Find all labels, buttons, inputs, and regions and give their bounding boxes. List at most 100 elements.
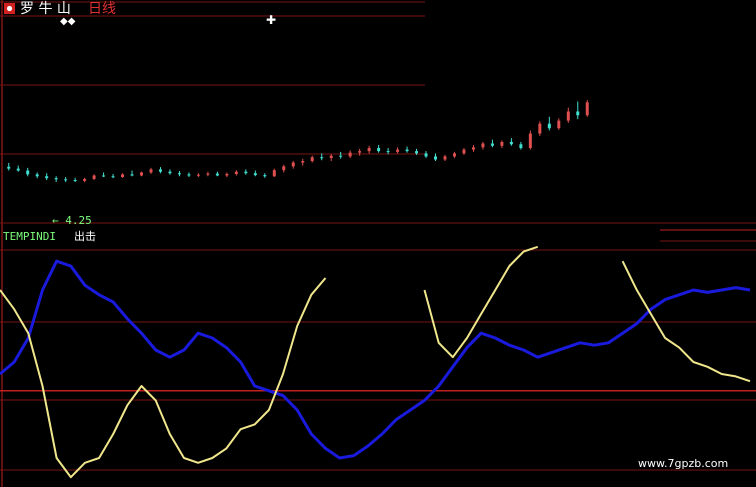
candle-body: [45, 176, 49, 179]
indicator-suffix: 出击: [74, 229, 96, 243]
candle-body: [206, 173, 210, 175]
candle-body: [386, 151, 390, 153]
diamond-marker-icon: ◆◆: [60, 16, 76, 27]
plus-marker-icon: ✚: [266, 13, 276, 27]
candle-body: [434, 156, 438, 160]
indicator-name: TEMPINDI: [3, 230, 56, 243]
candle: [481, 141, 485, 150]
candle: [310, 155, 314, 163]
candle-body: [547, 123, 551, 129]
candle: [405, 146, 409, 153]
candle-body: [244, 171, 248, 174]
candle: [253, 170, 257, 177]
candle-body: [348, 152, 352, 157]
candle: [102, 172, 106, 178]
candle-body: [168, 171, 172, 174]
candle: [424, 151, 428, 158]
candle: [547, 116, 551, 131]
candle: [509, 138, 513, 146]
indicator-series: [0, 245, 751, 479]
candle-body: [500, 141, 504, 146]
candle-body: [424, 153, 428, 157]
title-area: 罗 牛 山 日线 ◆◆ ✚: [4, 1, 276, 27]
candle: [434, 153, 438, 162]
candle: [83, 177, 87, 183]
candle-body: [329, 155, 333, 158]
candle-body: [263, 175, 267, 177]
candle-body: [64, 179, 68, 181]
candle-body: [339, 155, 343, 157]
candle: [291, 161, 295, 169]
candle-body: [215, 173, 219, 176]
candle-body: [7, 166, 11, 169]
candle: [272, 168, 276, 178]
candle: [73, 177, 77, 182]
candle: [566, 107, 570, 123]
candle: [329, 154, 333, 162]
candle-body: [310, 157, 314, 162]
candle-body: [528, 133, 532, 149]
candle-body: [405, 149, 409, 152]
candle-body: [396, 149, 400, 152]
period-label: 日线: [88, 1, 116, 17]
candle-body: [225, 173, 229, 176]
candle-body: [187, 174, 191, 176]
candle-body: [443, 156, 447, 160]
candle: [158, 167, 162, 174]
candle: [225, 172, 229, 178]
candle-body: [158, 169, 162, 172]
candle: [576, 101, 580, 120]
candle-body: [452, 153, 456, 157]
candle: [149, 167, 153, 174]
candle: [35, 172, 39, 179]
watermark: www.7gpzb.com: [638, 457, 728, 470]
candle-body: [509, 141, 513, 145]
candle-body: [121, 174, 125, 178]
candle-body: [35, 174, 39, 177]
candle: [111, 173, 115, 179]
candle: [452, 151, 456, 158]
candle-body: [519, 144, 523, 149]
candle: [54, 176, 58, 182]
title-icon-dot: [6, 5, 13, 12]
candle-body: [576, 111, 580, 116]
candle: [215, 171, 219, 177]
candle-body: [196, 174, 200, 176]
candle: [16, 165, 20, 172]
candle: [367, 145, 371, 154]
candle: [538, 121, 542, 136]
candle: [244, 169, 248, 175]
candle-body: [26, 170, 30, 175]
candle-body: [291, 162, 295, 167]
candle: [64, 177, 68, 182]
candle: [471, 145, 475, 152]
candle: [130, 170, 134, 177]
candle: [528, 130, 532, 150]
candle: [386, 148, 390, 155]
candle: [490, 139, 494, 148]
candle-body: [557, 120, 561, 129]
kline-indicator-chart: 罗 牛 山 日线 ◆◆ ✚ ← 4.25 TEMPINDI 出击 www.7gp…: [0, 0, 756, 487]
candle-body: [490, 143, 494, 146]
candle: [187, 172, 191, 178]
candle-body: [130, 174, 134, 176]
candle-body: [367, 148, 371, 152]
candle: [348, 150, 352, 158]
candle: [121, 173, 125, 178]
chart-stage: 罗 牛 山 日线 ◆◆ ✚ ← 4.25 TEMPINDI 出击 www.7gp…: [0, 0, 756, 487]
candle-body: [320, 157, 324, 159]
candle-body: [111, 176, 115, 178]
candle: [282, 164, 286, 173]
candle-body: [538, 123, 542, 134]
candle-body: [73, 180, 77, 182]
low-price-marker: ← 4.25: [52, 214, 92, 227]
candle: [339, 151, 343, 159]
candle-body: [481, 143, 485, 148]
candle-body: [102, 175, 106, 177]
candle: [234, 170, 238, 176]
candle: [140, 171, 144, 177]
candle-body: [149, 169, 153, 173]
indicator-label: TEMPINDI 出击: [3, 229, 96, 243]
candle-body: [234, 171, 238, 174]
candle-body: [92, 175, 96, 179]
